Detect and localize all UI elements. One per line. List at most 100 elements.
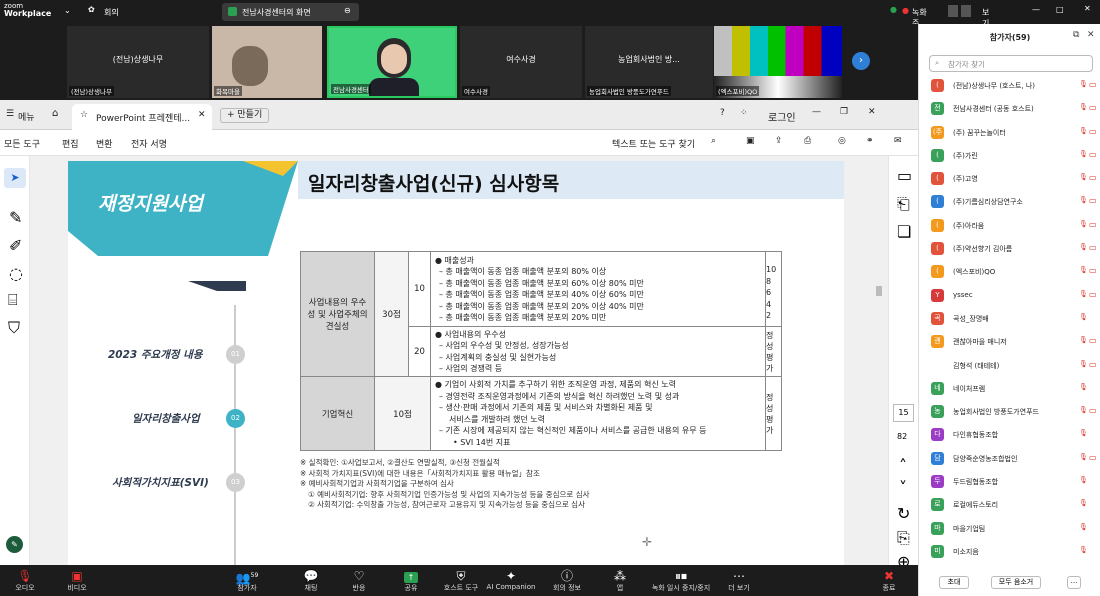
mic-muted-icon[interactable]: 🎙 [1079,336,1088,344]
next-page-icon[interactable]: › [852,52,870,70]
mic-muted-icon[interactable]: 🎙 [1079,406,1088,414]
participant-row[interactable]: 김형석 (태테테) 🎙 ▭ [919,354,1100,377]
participant-row[interactable]: 담 담양죽순영농조합법인 🎙 ▭ [919,447,1100,470]
mic-muted-icon[interactable]: 🎙 [1079,127,1088,135]
apps-button[interactable]: ⁂ 앱 [595,569,645,593]
mic-muted-icon[interactable]: 🎙 [1079,243,1088,251]
fill-sign-icon[interactable]: ⛉ [8,318,20,338]
chat-button[interactable]: 💬 채팅 [286,569,336,593]
participant-row[interactable]: 농 농업회사법인 방풍도가연푸드 🎙 ▭ [919,400,1100,423]
participant-row[interactable]: ((주)가린 🎙 ▭ [919,144,1100,167]
more-icon[interactable]: ⊖ [344,6,351,15]
participant-row[interactable]: 로 로컬에듀스토리 🎙 [919,493,1100,516]
close-tab-icon[interactable]: ✕ [198,110,206,120]
participant-row[interactable]: 마 마을기업팀 🎙 [919,517,1100,540]
tool-convert[interactable]: 변환 [96,137,113,150]
link-icon[interactable]: ⚭ [866,136,874,146]
mic-muted-icon[interactable]: 🎙 [1079,383,1088,391]
ai-assistant-icon[interactable]: ◎ [838,136,846,146]
mic-muted-icon[interactable]: 🎙 [1079,523,1088,531]
video-tile[interactable]: 화목마을 [212,26,322,98]
participant-row[interactable]: Yyssec 🎙 ▭ [919,284,1100,307]
participant-row[interactable]: (주 (주) 꿈꾸는놀이터 🎙 ▭ [919,121,1100,144]
video-tile[interactable]: 농업회사법인 방... 농업회사법인 방풍도가연푸드 [585,26,713,98]
page-number-input[interactable]: 15 [893,404,914,422]
meeting-info-button[interactable]: ⓘ 회의 정보 [542,569,592,593]
tool-esign[interactable]: 전자 서명 [131,137,167,150]
mic-muted-icon[interactable]: 🎙 [1079,173,1088,181]
help-icon[interactable]: ? [720,108,725,118]
share-indicator[interactable]: 전남사경센터의 화면 ⊖ [222,3,359,21]
comment-icon[interactable]: ✎ [9,208,22,227]
participant-row[interactable]: 네 네이처프렘 🎙 [919,377,1100,400]
close-icon[interactable]: ✕ [1084,4,1091,13]
participant-search-input[interactable]: ⌕ 참가자 찾기 [929,55,1093,72]
meeting-label[interactable]: 회의 [104,7,119,18]
video-tile-active-speaker[interactable]: 전남사경센터 [327,26,457,98]
lasso-icon[interactable]: ◌ [9,264,23,283]
mic-muted-icon[interactable]: 🎙 [1079,196,1088,204]
reactions-button[interactable]: ♡ 반응 [334,569,384,593]
host-tools-button[interactable]: ⛨ 호스트 도구 [436,569,486,593]
minimize-icon[interactable]: — [1032,5,1040,14]
find-tools-input[interactable]: 텍스트 또는 도구 찾기 [612,137,695,150]
share-button[interactable]: ↑ 공유 [386,569,436,593]
highlight-pen-icon[interactable]: ✐ [9,236,22,255]
comments-panel-icon[interactable]: ▭ [897,166,912,185]
participant-row[interactable]: 괜 괜찮아마을 매니저 🎙 ▭ [919,330,1100,353]
mic-muted-icon[interactable]: 🎙 [1079,80,1088,88]
mic-muted-icon[interactable]: 🎙 [1079,313,1088,321]
participant-row[interactable]: 두 두드림협동조합 🎙 [919,470,1100,493]
menu-icon[interactable]: ☰ [6,109,14,119]
participant-row[interactable]: ((주)기름심리상담연구소 🎙 ▭ [919,190,1100,213]
new-tab-button[interactable]: + 만들기 [220,108,270,123]
menu-label[interactable]: 메뉴 [18,110,35,123]
audio-button[interactable]: 🎙 오디오 [0,569,50,593]
mic-muted-icon[interactable]: 🎙 [1079,220,1088,228]
participant-row[interactable]: ((전남)상생나무 (호스트, 나) 🎙 ▭ [919,74,1100,97]
star-icon[interactable]: ☆ [80,110,88,120]
video-tile[interactable]: 여수사경 여수사경 [460,26,582,98]
mic-muted-icon[interactable]: 🎙 [1079,499,1088,507]
mic-muted-icon[interactable]: 🎙 [1079,476,1088,484]
participant-row[interactable]: ((엑스포비)QO 🎙 ▭ [919,260,1100,283]
upload-icon[interactable]: ⇪ [775,136,783,146]
participant-row[interactable]: 다 다인휴협동조합 🎙 [919,423,1100,446]
select-cursor-icon[interactable]: ➤ [4,168,26,188]
invite-button[interactable]: 초대 [939,576,969,589]
page-icon[interactable]: ⎘ [897,528,910,548]
pause-icon[interactable] [948,5,958,17]
chevron-down-icon[interactable]: ⌄ [64,6,71,15]
save-icon[interactable]: ▣ [746,136,755,146]
mute-all-button[interactable]: 모두 음소거 [991,576,1041,589]
tool-edit[interactable]: 편집 [62,137,79,150]
text-select-icon[interactable]: ⌸ [8,290,18,310]
ai-companion-button[interactable]: ✦ AI Companion [486,569,536,591]
chevron-up-icon[interactable]: ˄ [899,456,907,475]
video-tile[interactable]: (전남)상생나무 (전남)상생나무 [67,26,209,98]
pages-icon[interactable]: ❏ [897,222,911,241]
chevron-down-icon[interactable]: ˅ [899,478,907,497]
participant-row[interactable]: 곡 곡성_장명배 🎙 [919,307,1100,330]
video-button[interactable]: ▣ 비디오 [52,569,102,593]
mic-muted-icon[interactable]: 🎙 [1079,546,1088,554]
bookmark-icon[interactable]: ⎗ [897,194,910,214]
close-panel-icon[interactable]: ✕ [1087,30,1095,40]
popout-icon[interactable]: ⧉ [1073,30,1079,40]
mail-icon[interactable]: ✉ [894,136,902,146]
home-icon[interactable]: ⌂ [52,108,58,119]
mic-muted-icon[interactable]: 🎙 [1079,103,1088,111]
mic-muted-icon[interactable]: 🎙 [1079,453,1088,461]
print-icon[interactable]: ⎙ [804,136,811,146]
more-options-button[interactable]: ... [1067,576,1081,589]
participant-row[interactable]: 전 전남사경센터 (공동 호스트) 🎙 ▭ [919,97,1100,120]
more-button[interactable]: ⋯ 더 보기 [714,569,764,593]
video-tile[interactable]: (엑스포비)QO [714,26,842,98]
participants-button[interactable]: 👥59 참가자 [222,569,272,593]
participant-row[interactable]: ((주)약선향기 김아름 🎙 ▭ [919,237,1100,260]
mic-muted-icon[interactable]: 🎙 [1079,429,1088,437]
window-minimize-icon[interactable]: — [812,107,821,117]
mic-muted-icon[interactable]: 🎙 [1079,150,1088,158]
mic-muted-icon[interactable]: 🎙 [1079,360,1088,368]
record-control-button[interactable]: ⏸⏹ 녹화 일시 중지/중지 [644,569,718,593]
